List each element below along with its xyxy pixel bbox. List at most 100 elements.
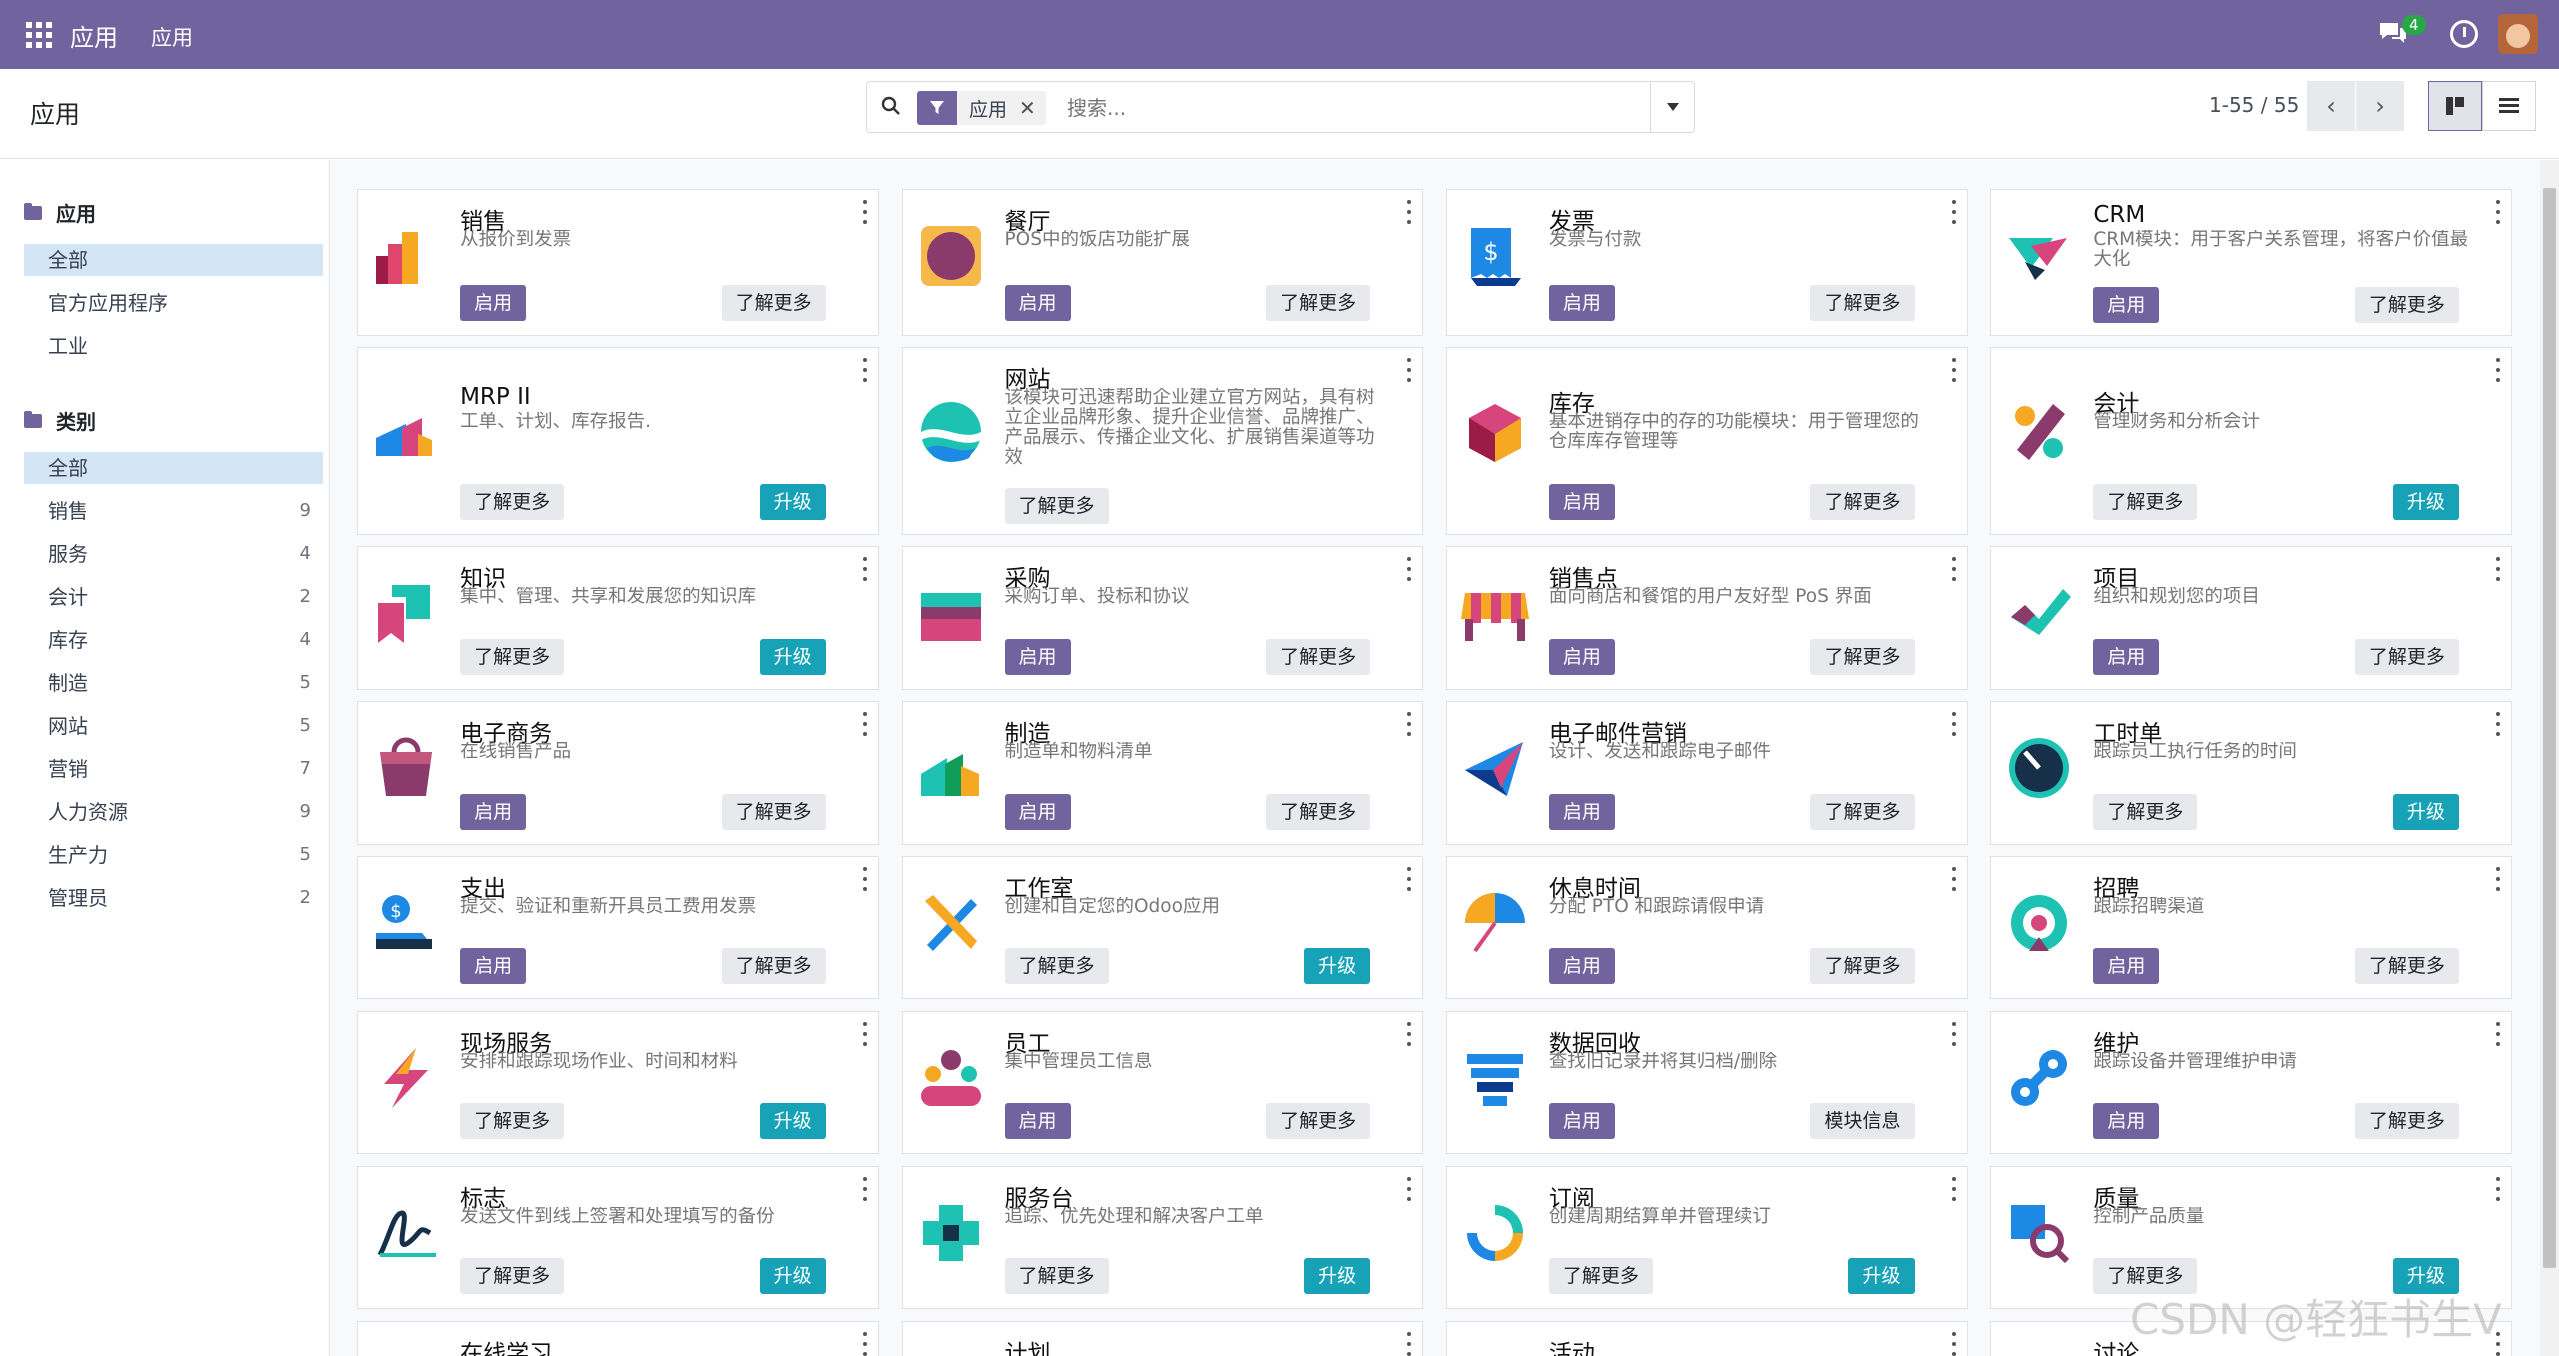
learn-more-button[interactable]: 了解更多 [2093, 483, 2198, 520]
card-menu-icon[interactable] [2495, 557, 2501, 582]
filter-category-item[interactable]: 销售 9 [24, 495, 323, 527]
card-menu-icon[interactable] [1406, 1331, 1412, 1356]
learn-more-button[interactable]: 了解更多 [1810, 948, 1915, 985]
card-menu-icon[interactable] [1406, 867, 1412, 891]
activity-clock-icon[interactable] [2450, 20, 2478, 48]
activate-button[interactable]: 启用 [1004, 638, 1071, 675]
learn-more-button[interactable]: 了解更多 [1266, 793, 1371, 830]
activate-button[interactable]: 启用 [460, 793, 527, 830]
card-menu-icon[interactable] [1951, 867, 1957, 891]
learn-more-button[interactable]: 了解更多 [1004, 948, 1109, 985]
upgrade-button[interactable]: 升级 [759, 1258, 826, 1295]
learn-more-button[interactable]: 了解更多 [460, 1258, 565, 1295]
filter-category-item[interactable]: 网站 5 [24, 710, 323, 742]
filter-apps-industry[interactable]: 工业 [24, 330, 323, 362]
upgrade-button[interactable]: 升级 [1304, 1258, 1371, 1295]
upgrade-button[interactable]: 升级 [1848, 1258, 1915, 1295]
activate-button[interactable]: 启用 [2093, 948, 2160, 985]
activate-button[interactable]: 启用 [460, 948, 527, 985]
navbar-menu-apps[interactable]: 应用 [151, 22, 193, 52]
facet-remove-icon[interactable]: ✕ [1019, 96, 1046, 120]
card-menu-icon[interactable] [862, 200, 868, 225]
upgrade-button[interactable]: 升级 [2392, 483, 2459, 520]
card-menu-icon[interactable] [1951, 557, 1957, 582]
learn-more-button[interactable]: 了解更多 [721, 793, 826, 830]
card-menu-icon[interactable] [1406, 358, 1412, 383]
activate-button[interactable]: 启用 [1004, 793, 1071, 830]
card-menu-icon[interactable] [1406, 712, 1412, 737]
learn-more-button[interactable]: 了解更多 [2354, 948, 2459, 985]
activate-button[interactable]: 启用 [2093, 1103, 2160, 1140]
filter-category-item[interactable]: 库存 4 [24, 624, 323, 656]
kanban-view-button[interactable] [2428, 81, 2482, 131]
learn-more-button[interactable]: 了解更多 [2093, 793, 2198, 830]
learn-more-button[interactable]: 了解更多 [2354, 287, 2459, 324]
card-menu-icon[interactable] [2495, 1176, 2501, 1201]
pager-next-button[interactable]: › [2356, 81, 2404, 131]
activate-button[interactable]: 启用 [1004, 285, 1071, 322]
filter-category-item[interactable]: 服务 4 [24, 538, 323, 570]
card-menu-icon[interactable] [2495, 867, 2501, 891]
module-info-button[interactable]: 模块信息 [1810, 1103, 1915, 1140]
card-menu-icon[interactable] [2495, 358, 2501, 383]
upgrade-button[interactable]: 升级 [759, 1103, 826, 1140]
learn-more-button[interactable]: 了解更多 [1266, 638, 1371, 675]
learn-more-button[interactable]: 了解更多 [1004, 487, 1109, 524]
card-menu-icon[interactable] [1951, 200, 1957, 225]
activate-button[interactable]: 启用 [1548, 1103, 1615, 1140]
upgrade-button[interactable]: 升级 [759, 483, 826, 520]
user-avatar[interactable] [2498, 14, 2538, 54]
learn-more-button[interactable]: 了解更多 [1810, 793, 1915, 830]
card-menu-icon[interactable] [2495, 1021, 2501, 1046]
learn-more-button[interactable]: 了解更多 [1810, 285, 1915, 322]
list-view-button[interactable] [2482, 81, 2536, 131]
card-menu-icon[interactable] [862, 1021, 868, 1046]
card-menu-icon[interactable] [1406, 1176, 1412, 1201]
card-menu-icon[interactable] [862, 358, 868, 383]
filter-category-item[interactable]: 全部 [24, 452, 323, 484]
activate-button[interactable]: 启用 [1548, 483, 1615, 520]
filter-apps-official[interactable]: 官方应用程序 [24, 287, 323, 319]
learn-more-button[interactable]: 了解更多 [721, 285, 826, 322]
learn-more-button[interactable]: 了解更多 [460, 1103, 565, 1140]
pager-previous-button[interactable]: ‹ [2307, 81, 2355, 131]
upgrade-button[interactable]: 升级 [2392, 793, 2459, 830]
activate-button[interactable]: 启用 [1004, 1103, 1071, 1140]
card-menu-icon[interactable] [1951, 358, 1957, 383]
filter-category-item[interactable]: 管理员 2 [24, 882, 323, 914]
learn-more-button[interactable]: 了解更多 [721, 948, 826, 985]
card-menu-icon[interactable] [2495, 200, 2501, 225]
filter-category-item[interactable]: 人力资源 9 [24, 796, 323, 828]
filter-category-item[interactable]: 生产力 5 [24, 839, 323, 871]
learn-more-button[interactable]: 了解更多 [460, 483, 565, 520]
scrollbar-thumb[interactable] [2543, 188, 2556, 1268]
learn-more-button[interactable]: 了解更多 [1004, 1258, 1109, 1295]
learn-more-button[interactable]: 了解更多 [2354, 1103, 2459, 1140]
learn-more-button[interactable]: 了解更多 [1266, 285, 1371, 322]
card-menu-icon[interactable] [862, 867, 868, 891]
filter-apps-all[interactable]: 全部 [24, 244, 323, 276]
scrollbar[interactable] [2540, 160, 2559, 1356]
activate-button[interactable]: 启用 [1548, 285, 1615, 322]
card-menu-icon[interactable] [1406, 557, 1412, 582]
learn-more-button[interactable]: 了解更多 [1548, 1258, 1653, 1295]
activate-button[interactable]: 启用 [460, 285, 527, 322]
filter-category-item[interactable]: 会计 2 [24, 581, 323, 613]
activate-button[interactable]: 启用 [1548, 793, 1615, 830]
card-menu-icon[interactable] [1406, 200, 1412, 225]
search-options-toggle[interactable] [1650, 82, 1694, 132]
activate-button[interactable]: 启用 [2093, 287, 2160, 324]
learn-more-button[interactable]: 了解更多 [460, 638, 565, 675]
activate-button[interactable]: 启用 [1548, 638, 1615, 675]
card-menu-icon[interactable] [1951, 1021, 1957, 1046]
card-menu-icon[interactable] [1951, 1331, 1957, 1356]
learn-more-button[interactable]: 了解更多 [1810, 638, 1915, 675]
learn-more-button[interactable]: 了解更多 [1266, 1103, 1371, 1140]
card-menu-icon[interactable] [862, 712, 868, 737]
card-menu-icon[interactable] [1951, 1176, 1957, 1201]
upgrade-button[interactable]: 升级 [759, 638, 826, 675]
navbar-brand[interactable]: 应用 [70, 18, 118, 53]
filter-category-item[interactable]: 制造 5 [24, 667, 323, 699]
learn-more-button[interactable]: 了解更多 [1810, 483, 1915, 520]
app-menu-icon[interactable] [26, 22, 52, 48]
